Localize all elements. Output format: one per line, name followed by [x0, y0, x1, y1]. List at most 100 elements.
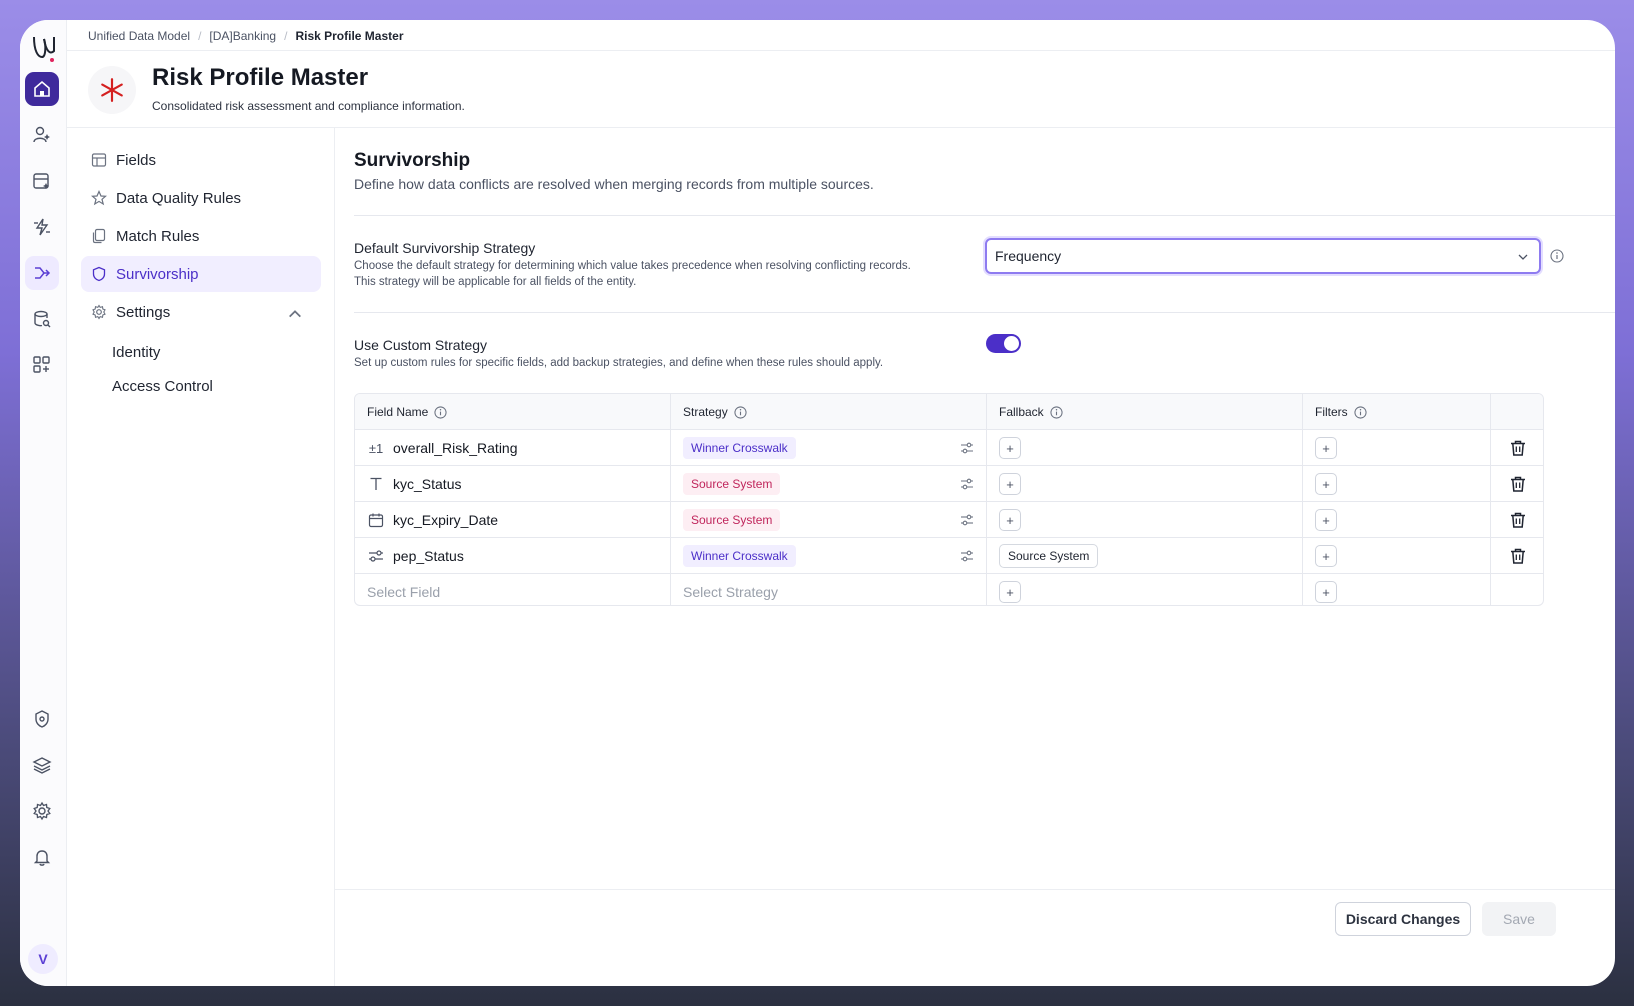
field-cell[interactable]: pep_Status — [355, 538, 671, 574]
filters-cell: + — [1303, 466, 1491, 502]
info-icon[interactable] — [1550, 249, 1564, 263]
trash-icon[interactable] — [1509, 511, 1527, 529]
info-icon[interactable] — [734, 405, 747, 419]
discard-changes-button[interactable]: Discard Changes — [1335, 902, 1471, 936]
table-row: kyc_Expiry_Date Source System + + — [355, 502, 1543, 538]
entity-asterisk-icon — [88, 66, 136, 114]
data-sparkle-icon[interactable] — [25, 164, 59, 198]
header-field-name: Field Name — [355, 394, 671, 430]
trash-icon[interactable] — [1509, 475, 1527, 493]
info-icon[interactable] — [434, 405, 447, 419]
nav-subitem-identity[interactable]: Identity — [112, 344, 160, 361]
add-filter-button[interactable]: + — [1315, 473, 1337, 495]
divider — [67, 50, 1615, 51]
add-filter-button[interactable]: + — [1315, 437, 1337, 459]
custom-strategy-toggle[interactable] — [986, 334, 1021, 353]
chevron-down-icon — [1518, 254, 1528, 260]
add-fallback-button[interactable]: + — [999, 509, 1021, 531]
add-fallback-button[interactable]: + — [999, 581, 1021, 603]
add-filter-button[interactable]: + — [1315, 581, 1337, 603]
custom-strategy-title: Use Custom Strategy — [354, 337, 488, 353]
header-actions — [1491, 394, 1543, 430]
adjustments-icon[interactable] — [960, 477, 974, 491]
home-icon[interactable] — [25, 72, 59, 106]
merge-arrows-icon[interactable] — [25, 256, 59, 290]
info-icon[interactable] — [1050, 405, 1063, 419]
field-name: pep_Status — [393, 548, 464, 564]
icon-rail: V — [20, 20, 67, 986]
strategy-badge[interactable]: Winner Crosswalk — [683, 437, 796, 459]
shield-settings-icon[interactable] — [25, 702, 59, 736]
strategy-cell[interactable]: Source System — [671, 502, 987, 538]
breadcrumb-separator: / — [198, 29, 202, 43]
breadcrumb-separator: / — [284, 29, 288, 43]
nav-item-match-rules[interactable]: Match Rules — [81, 218, 321, 254]
adjustments-icon[interactable] — [960, 549, 974, 563]
nav-item-fields[interactable]: Fields — [81, 142, 321, 178]
trash-icon[interactable] — [1509, 547, 1527, 565]
gear-icon[interactable] — [25, 794, 59, 828]
nav-item-survivorship[interactable]: Survivorship — [81, 256, 321, 292]
entity-nav: Fields Data Quality Rules Match Rules Su… — [67, 128, 335, 986]
grid-add-icon[interactable] — [25, 348, 59, 382]
default-strategy-value: Frequency — [995, 248, 1062, 264]
nav-item-settings[interactable]: Settings — [81, 294, 321, 330]
text-type-icon — [367, 475, 385, 493]
add-filter-button[interactable]: + — [1315, 509, 1337, 531]
avatar[interactable]: V — [28, 944, 58, 974]
boolean-type-icon — [367, 547, 385, 565]
logo-icon[interactable] — [28, 31, 60, 63]
field-name: kyc_Status — [393, 476, 462, 492]
database-search-icon[interactable] — [25, 302, 59, 336]
strategy-cell[interactable]: Winner Crosswalk — [671, 538, 987, 574]
table-row: pep_Status Winner Crosswalk Source Syste… — [355, 538, 1543, 574]
header-fallback: Fallback — [987, 394, 1303, 430]
default-strategy-description: Choose the default strategy for determin… — [354, 260, 911, 288]
calendar-type-icon — [367, 511, 385, 529]
layers-icon[interactable] — [25, 748, 59, 782]
default-strategy-select[interactable]: Frequency — [985, 238, 1541, 274]
strategy-cell[interactable]: Winner Crosswalk — [671, 430, 987, 466]
breadcrumb-item-banking[interactable]: [DA]Banking — [209, 29, 276, 43]
info-icon[interactable] — [1354, 405, 1367, 419]
strategy-cell[interactable]: Source System — [671, 466, 987, 502]
actions-cell — [1491, 430, 1543, 466]
field-cell[interactable]: kyc_Status — [355, 466, 671, 502]
adjustments-icon[interactable] — [960, 513, 974, 527]
field-name: kyc_Expiry_Date — [393, 512, 499, 528]
fallback-cell: + — [987, 430, 1303, 466]
add-fallback-button[interactable]: + — [999, 437, 1021, 459]
fallback-chip[interactable]: Source System — [999, 544, 1099, 568]
header-strategy: Strategy — [671, 394, 987, 430]
nav-item-label: Survivorship — [116, 265, 199, 283]
default-strategy-title: Default Survivorship Strategy — [354, 240, 536, 256]
add-fallback-button[interactable]: + — [999, 473, 1021, 495]
select-field-cell[interactable]: Select Field — [355, 574, 671, 605]
select-field-placeholder: Select Field — [367, 584, 441, 600]
shield-icon — [92, 266, 106, 282]
copy-icon — [92, 228, 106, 244]
strategy-badge[interactable]: Source System — [683, 509, 781, 531]
table-icon — [91, 153, 107, 167]
nav-subitem-access-control[interactable]: Access Control — [112, 378, 213, 395]
save-button[interactable]: Save — [1482, 902, 1556, 936]
page-subtitle: Consolidated risk assessment and complia… — [152, 99, 465, 113]
trash-icon[interactable] — [1509, 439, 1527, 457]
nav-item-label: Match Rules — [116, 227, 200, 245]
nav-item-data-quality-rules[interactable]: Data Quality Rules — [81, 180, 321, 216]
adjustments-icon[interactable] — [960, 441, 974, 455]
breadcrumb-item-unified-data-model[interactable]: Unified Data Model — [88, 29, 190, 43]
table-header-row: Field Name Strategy Fallback Filters — [355, 394, 1543, 430]
fallback-cell: + — [987, 574, 1303, 605]
select-strategy-cell[interactable]: Select Strategy — [671, 574, 987, 605]
flash-icon[interactable] — [25, 210, 59, 244]
bell-icon[interactable] — [25, 840, 59, 874]
strategy-badge[interactable]: Source System — [683, 473, 781, 495]
user-sparkle-icon[interactable] — [25, 118, 59, 152]
header-filters: Filters — [1303, 394, 1491, 430]
field-cell[interactable]: kyc_Expiry_Date — [355, 502, 671, 538]
field-cell[interactable]: ±1 overall_Risk_Rating — [355, 430, 671, 466]
add-filter-button[interactable]: + — [1315, 545, 1337, 567]
chevron-up-icon[interactable] — [287, 306, 303, 322]
strategy-badge[interactable]: Winner Crosswalk — [683, 545, 796, 567]
